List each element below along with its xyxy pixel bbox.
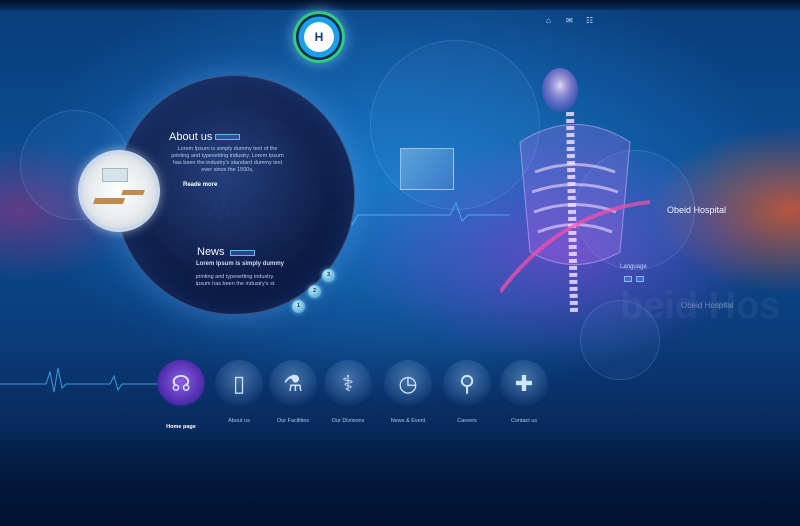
nav-facilities[interactable]: ⚗ Our Facilities [265, 360, 321, 440]
nav-label: Our Facilities [276, 418, 310, 424]
nav-careers[interactable]: ⚲ Careers [439, 360, 495, 440]
logo-letter: H [314, 30, 324, 44]
monitor-image [400, 148, 454, 190]
language-label: Language [620, 264, 647, 270]
nav-divisions[interactable]: ⚕ Our Divisions [320, 360, 376, 440]
about-text: Lorem Ipsum is simply dummy text of the … [171, 146, 284, 173]
news-page-3[interactable]: 3 [322, 269, 335, 282]
hospital-logo[interactable]: H [293, 11, 345, 63]
brand-name: Obeid Hospital [667, 205, 727, 215]
caduceus-icon: ⚕ [324, 360, 372, 408]
first-aid-kit-icon: ✚ [500, 360, 548, 408]
news-text: printing and typesetting industry. Ipsum… [195, 274, 275, 287]
nav-label: News & Event [390, 418, 426, 424]
clock-icon: ◷ [384, 360, 432, 408]
bottom-band [0, 440, 800, 526]
news-page-2[interactable]: 2 [308, 285, 321, 298]
sitemap-icon[interactable]: ☷ [586, 16, 593, 25]
news-title-bar [230, 250, 255, 256]
nav-home[interactable]: ☊ Home page [153, 360, 209, 440]
news-title: News [197, 246, 225, 258]
microscope-icon: ⚗ [269, 360, 317, 408]
skeleton-image [500, 68, 650, 313]
about-title-bar [215, 134, 240, 140]
news-headline[interactable]: Lorem Ipsum is simply dummy [196, 261, 284, 267]
nav-label: Careers [457, 418, 477, 424]
nav-label: Contact us [510, 418, 538, 424]
mail-icon[interactable]: ✉ [566, 16, 573, 25]
top-bar [0, 0, 800, 10]
language-flag-2[interactable] [636, 276, 644, 282]
nav-label: Our Divisions [331, 418, 365, 424]
test-tubes-icon: ⚲ [443, 360, 491, 408]
nav-contact[interactable]: ✚ Contact us [496, 360, 552, 440]
nav-label: Home page [166, 424, 196, 430]
nav-about[interactable]: ▯ About us [211, 360, 267, 440]
ekg-line [0, 367, 170, 393]
home-icon[interactable]: ⌂ [546, 16, 551, 25]
nav-label: About us [228, 418, 250, 424]
brand-ghost-name: Obeid Hospital [681, 301, 734, 310]
door-icon: ▯ [215, 360, 263, 408]
news-page-1[interactable]: 1 [292, 300, 305, 313]
stethoscope-icon: ☊ [157, 360, 205, 408]
language-flag-1[interactable] [624, 276, 632, 282]
read-more-link[interactable]: Reade more [183, 182, 217, 188]
nav-news-event[interactable]: ◷ News & Event [380, 360, 436, 440]
about-title: About us [169, 131, 213, 143]
hospital-room-photo [78, 150, 160, 232]
